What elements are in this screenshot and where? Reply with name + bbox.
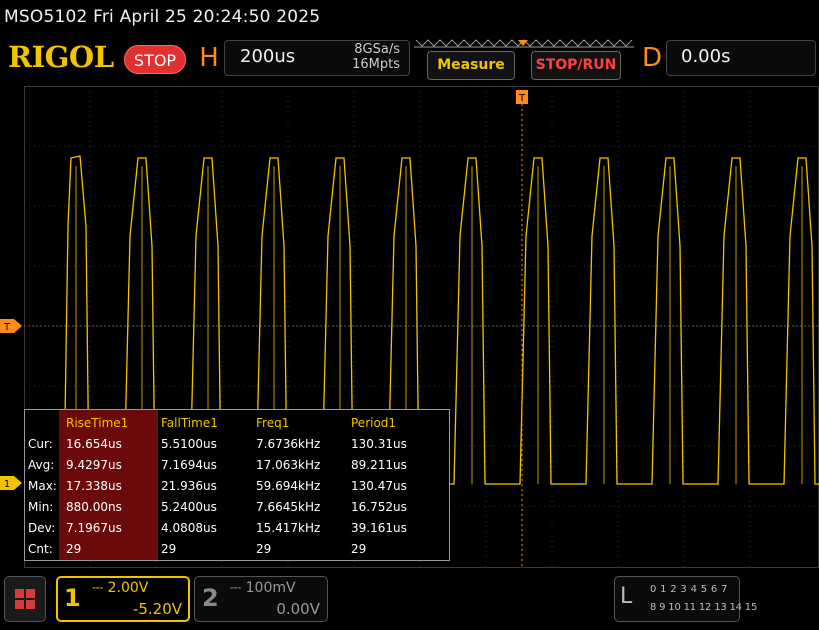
measure-col-freq[interactable]: Freq1 <box>256 416 289 430</box>
table-cell: 7.6645kHz <box>256 500 321 514</box>
table-cell: 29 <box>161 542 177 556</box>
digital-channels-row2: 8 9 10 11 12 13 14 15 <box>650 602 758 613</box>
run-state-button[interactable]: STOP <box>124 45 186 74</box>
table-cell: 89.211us <box>351 458 407 472</box>
title-bar: MSO5102 Fri April 25 20:24:50 2025 <box>0 0 819 34</box>
table-cell: 17.338us <box>66 479 122 493</box>
table-cell: 29 <box>256 542 272 556</box>
channel1-offset-marker[interactable]: 1 <box>0 476 22 490</box>
table-cell: 16.654us <box>66 437 122 451</box>
table-cell: 17.063kHz <box>256 458 321 472</box>
table-cell: 16.752us <box>351 500 407 514</box>
sample-rate-info: 8GSa/s 16Mpts <box>300 42 400 72</box>
row-label-min: Min: <box>28 500 54 514</box>
row-label-avg: Avg: <box>28 458 55 472</box>
row-label-max: Max: <box>28 479 57 493</box>
channel2-scale: ⎓ 100mV <box>230 580 296 596</box>
rigol-logo: RIGOL <box>8 40 114 74</box>
table-cell: 9.4297us <box>66 458 122 472</box>
trigger-level-label: T <box>3 322 11 333</box>
table-cell: 59.694kHz <box>256 479 321 493</box>
digital-channels-row1: 0 1 2 3 4 5 6 7 <box>650 584 728 595</box>
table-cell: 7.6736kHz <box>256 437 321 451</box>
table-cell: 130.47us <box>351 479 407 493</box>
table-cell: 29 <box>66 542 82 556</box>
channel1-scale: ⎓ 2.00V <box>92 580 149 596</box>
memory-depth: 16Mpts <box>352 57 400 72</box>
logic-analyzer-label: L <box>620 584 633 609</box>
timebase-value: 200us <box>240 46 296 67</box>
trigger-position-strip <box>414 39 634 48</box>
table-cell: 7.1967us <box>66 521 122 535</box>
table-cell: 15.417kHz <box>256 521 321 535</box>
table-cell: 39.161us <box>351 521 407 535</box>
measure-button[interactable]: Measure <box>427 51 515 80</box>
dc-coupling-icon: ⎓ <box>230 580 246 596</box>
table-cell: 21.936us <box>161 479 217 493</box>
table-cell: 5.2400us <box>161 500 217 514</box>
table-cell: 880.00ns <box>66 500 122 514</box>
channel2-offset: 0.00V <box>276 600 320 618</box>
trigger-level-marker[interactable]: T <box>0 319 22 333</box>
row-label-cnt: Cnt: <box>28 542 53 556</box>
measure-col-period[interactable]: Period1 <box>351 416 396 430</box>
sample-rate: 8GSa/s <box>354 42 400 57</box>
row-label-dev: Dev: <box>28 521 56 535</box>
table-cell: 7.1694us <box>161 458 217 472</box>
table-cell: 130.31us <box>351 437 407 451</box>
table-cell: 4.0808us <box>161 521 217 535</box>
horizontal-label[interactable]: H <box>196 40 222 76</box>
channel1-marker-label: 1 <box>4 479 10 490</box>
stop-run-button[interactable]: STOP/RUN <box>531 51 621 80</box>
channel1-number: 1 <box>64 584 81 612</box>
menu-button[interactable] <box>4 576 46 622</box>
menu-grid-icon <box>15 589 35 609</box>
dc-coupling-icon: ⎓ <box>92 580 108 596</box>
delay-label[interactable]: D <box>639 40 665 76</box>
measure-col-risetime[interactable]: RiseTime1 <box>66 416 128 430</box>
channel1-offset: -5.20V <box>132 600 182 618</box>
table-cell: 5.5100us <box>161 437 217 451</box>
delay-value: 0.00s <box>681 46 731 67</box>
channel2-number: 2 <box>202 584 219 612</box>
row-label-cur: Cur: <box>28 437 53 451</box>
trigger-position-icon[interactable]: T <box>516 90 528 568</box>
table-cell: 29 <box>351 542 367 556</box>
logic-analyzer-settings[interactable] <box>614 576 740 622</box>
trigger-marker-text: T <box>518 93 526 104</box>
measure-col-falltime[interactable]: FallTime1 <box>161 416 218 430</box>
